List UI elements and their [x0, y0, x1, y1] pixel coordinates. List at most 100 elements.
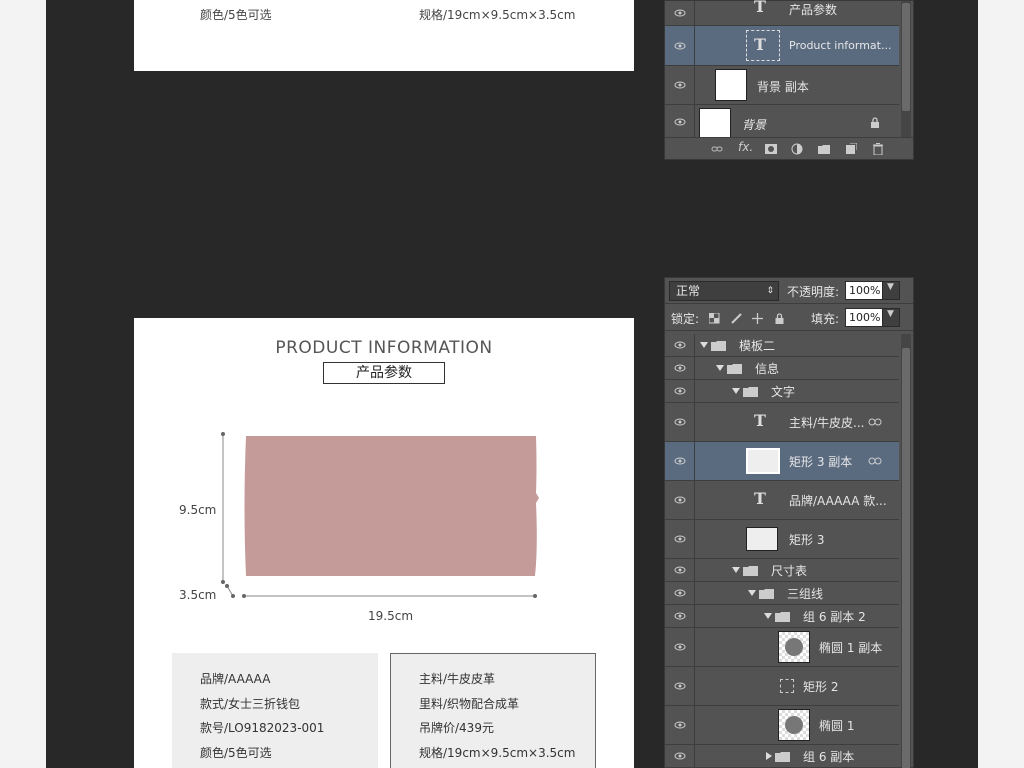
eye-icon[interactable]	[674, 641, 686, 653]
fill-label: 填充:	[811, 312, 840, 326]
opacity-field[interactable]: 100%	[845, 281, 883, 300]
eye-icon[interactable]	[674, 587, 686, 599]
color-line: 颜色/5色可选	[200, 8, 272, 22]
expand-arrow-icon[interactable]	[764, 613, 772, 619]
layer-name: 背景 副本	[757, 80, 809, 94]
lock-transparent-icon[interactable]	[709, 313, 720, 324]
info-box-right: 主料/牛皮皮革 里料/织物配合成革 吊牌价/439元 规格/19cm×9.5cm…	[390, 653, 596, 768]
shape-thumbnail	[778, 631, 810, 663]
folder-icon	[759, 589, 774, 599]
eye-icon[interactable]	[674, 564, 686, 576]
layer-row[interactable]: 背景 副本	[665, 66, 899, 105]
layer-name: 信息	[755, 362, 780, 376]
lock-all-icon[interactable]	[774, 313, 785, 324]
scrollbar[interactable]	[901, 1, 911, 139]
eye-icon[interactable]	[674, 750, 686, 762]
layers-list: 模板二 信息 文字 T 主料/牛皮皮... 矩形 3 副本 T 品牌/AAAAA…	[665, 334, 913, 768]
layer-group-row[interactable]: 模板二	[665, 334, 899, 357]
opacity-label: 不透明度:	[787, 285, 840, 299]
link-icon[interactable]	[711, 143, 723, 155]
scroll-thumb[interactable]	[902, 3, 910, 111]
eye-icon[interactable]	[674, 362, 686, 374]
canvas-main[interactable]: PRODUCT INFORMATION 产品参数 9.5cm 3.5cm 19.…	[134, 318, 634, 768]
mask-icon[interactable]	[765, 143, 777, 155]
layer-group-row[interactable]: 组 6 副本 2	[665, 605, 899, 628]
eye-icon[interactable]	[674, 494, 686, 506]
select-arrow-icon: ⇕	[766, 286, 774, 296]
depth-label: 3.5cm	[179, 588, 217, 602]
canvas-top[interactable]: 颜色/5色可选 规格/19cm×9.5cm×3.5cm	[134, 0, 634, 71]
eye-icon[interactable]	[674, 533, 686, 545]
layer-name: 尺寸表	[771, 564, 808, 578]
folder-icon	[775, 612, 790, 622]
fill-field[interactable]: 100%	[845, 308, 883, 327]
link-icon[interactable]	[868, 457, 882, 465]
expand-arrow-icon[interactable]	[732, 388, 740, 394]
lock-position-icon[interactable]	[752, 313, 763, 324]
link-icon[interactable]	[868, 418, 882, 426]
layer-name: 产品参数	[789, 3, 838, 17]
layer-group-row[interactable]: 三组线	[665, 582, 899, 605]
product-shape	[244, 436, 539, 576]
info-line: 款式/女士三折钱包	[200, 697, 301, 711]
eye-icon[interactable]	[674, 385, 686, 397]
layer-group-row[interactable]: 文字	[665, 380, 899, 403]
layer-row[interactable]: T 品牌/AAAAA 款...	[665, 481, 899, 520]
layer-group-row[interactable]: 组 6 副本	[665, 745, 899, 768]
layer-group-row[interactable]: 信息	[665, 357, 899, 380]
layer-row[interactable]: 背景	[665, 105, 899, 140]
lock-fill-bar: 锁定: 填充: 100% ▼	[665, 305, 913, 331]
layer-name: 背景	[742, 118, 767, 132]
folder-icon	[711, 341, 726, 351]
folder-icon	[743, 566, 758, 576]
fx-icon[interactable]: fx.	[738, 140, 753, 154]
fill-dropdown-button[interactable]: ▼	[882, 308, 900, 327]
layer-row[interactable]: T 主料/牛皮皮...	[665, 403, 899, 442]
layer-row-selected[interactable]: 矩形 3 副本	[665, 442, 899, 481]
layer-row[interactable]: 椭圆 1 副本	[665, 628, 899, 667]
width-label: 19.5cm	[368, 609, 414, 623]
info-line: 品牌/AAAAA	[200, 672, 271, 686]
layer-row[interactable]: 矩形 3	[665, 520, 899, 559]
expand-arrow-icon[interactable]	[748, 590, 756, 596]
eye-icon[interactable]	[674, 7, 686, 19]
opacity-dropdown-button[interactable]: ▼	[882, 281, 900, 300]
eye-icon[interactable]	[674, 116, 686, 128]
eye-icon[interactable]	[674, 455, 686, 467]
new-layer-icon[interactable]	[845, 143, 857, 155]
trash-icon[interactable]	[872, 143, 884, 155]
info-line: 主料/牛皮皮革	[419, 672, 496, 686]
folder-icon	[743, 387, 758, 397]
blend-mode-select[interactable]: 正常 ⇕	[669, 281, 779, 301]
eye-icon[interactable]	[674, 79, 686, 91]
layer-row[interactable]: 矩形 2	[665, 667, 899, 706]
eye-icon[interactable]	[674, 416, 686, 428]
scroll-thumb[interactable]	[902, 348, 910, 768]
layer-row-selected[interactable]: T Product informat...	[665, 26, 899, 66]
collapse-arrow-icon[interactable]	[766, 752, 772, 760]
expand-arrow-icon[interactable]	[700, 342, 708, 348]
layer-group-row[interactable]: 尺寸表	[665, 559, 899, 582]
info-line: 吊牌价/439元	[419, 721, 494, 735]
text-layer-icon: T	[754, 35, 766, 54]
eye-icon[interactable]	[674, 610, 686, 622]
expand-arrow-icon[interactable]	[716, 365, 724, 371]
lock-pixels-icon[interactable]	[731, 313, 742, 324]
layer-row[interactable]: T 产品参数	[665, 0, 899, 26]
lock-icon[interactable]	[870, 117, 880, 129]
eye-icon[interactable]	[674, 40, 686, 52]
layer-name: 品牌/AAAAA 款...	[789, 494, 887, 508]
adjustment-icon[interactable]	[791, 143, 803, 155]
folder-icon[interactable]	[818, 143, 830, 155]
info-line: 里料/织物配合成革	[419, 697, 520, 711]
eye-icon[interactable]	[674, 719, 686, 731]
layer-row[interactable]: 椭圆 1	[665, 706, 899, 745]
ellipse-shape	[785, 638, 803, 656]
shape-thumbnail	[778, 709, 810, 741]
expand-arrow-icon[interactable]	[732, 567, 740, 573]
scrollbar[interactable]	[901, 334, 911, 768]
layer-thumbnail	[699, 108, 731, 138]
eye-icon[interactable]	[674, 339, 686, 351]
eye-icon[interactable]	[674, 680, 686, 692]
layer-name: 文字	[771, 385, 796, 399]
